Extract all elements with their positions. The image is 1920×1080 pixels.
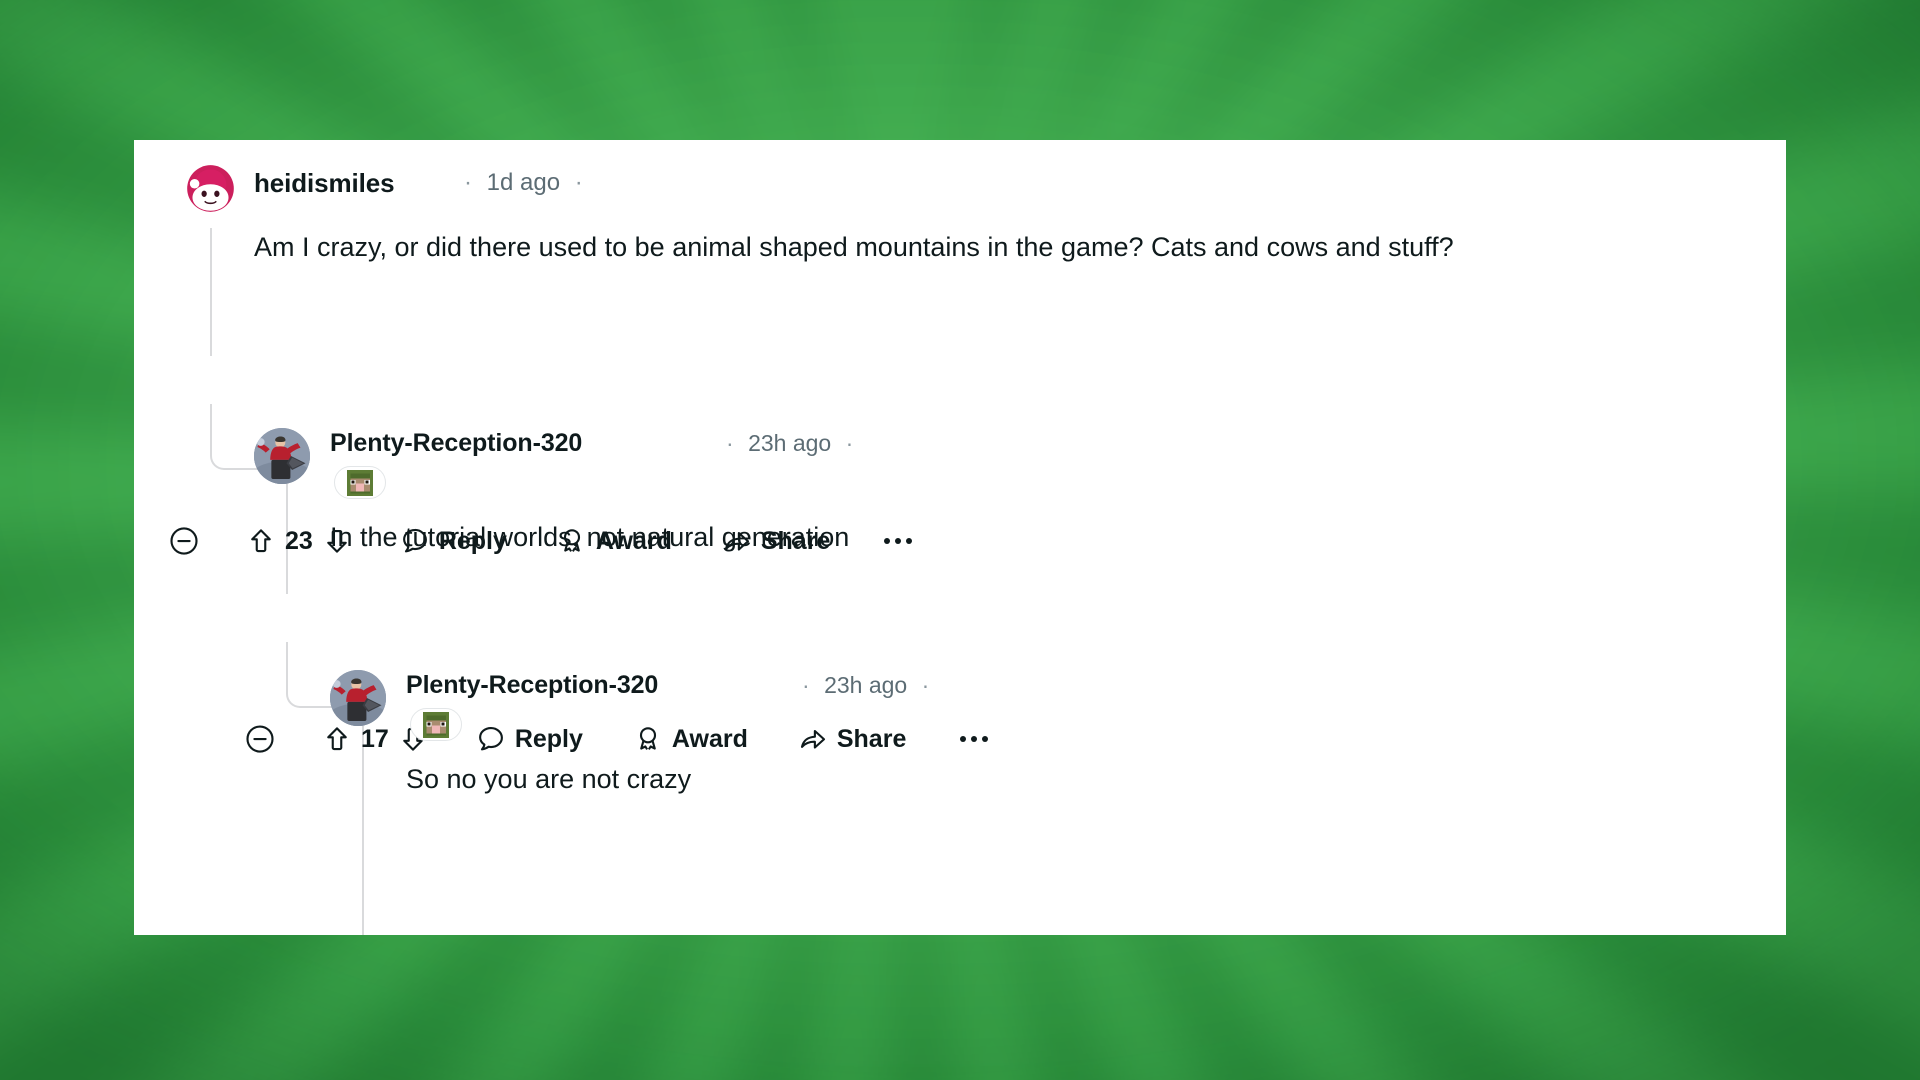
comment-thread-card: heidismiles · 1d ago · Am I crazy, or di… [134, 140, 1786, 935]
thread-line-depth-0 [210, 228, 212, 356]
collapse-comment-button[interactable] [158, 515, 210, 567]
vote-count: 23 [285, 526, 313, 555]
comment-body: Am I crazy, or did there used to be anim… [254, 232, 1454, 262]
upvote-button[interactable] [322, 724, 352, 754]
upvote-arrow-icon [251, 529, 271, 553]
user-flair-badge[interactable] [334, 466, 386, 499]
more-options-icon [960, 736, 967, 742]
avatar[interactable] [330, 670, 386, 726]
avatar[interactable] [184, 162, 237, 215]
comment-meta: · 1d ago · [464, 169, 583, 197]
meta-separator-end: · [845, 430, 854, 456]
minus-circle-icon [246, 725, 274, 753]
user-flair-badge[interactable] [410, 708, 462, 741]
reply-label: Reply [514, 724, 583, 753]
upvote-arrow-icon [327, 727, 347, 751]
award-label: Award [671, 724, 748, 753]
comment-timestamp[interactable]: 23h ago [748, 430, 831, 456]
reply-button[interactable]: Reply [476, 724, 583, 754]
comment-author[interactable]: heidismiles [254, 168, 395, 199]
collapse-comment-button[interactable] [234, 713, 286, 765]
minecraft-villager-face-flair-icon [347, 469, 373, 496]
meta-separator: · [726, 430, 734, 456]
comment-body: In the tutorial worlds, not natural gene… [330, 522, 850, 552]
award-button[interactable]: Award [633, 724, 748, 754]
vote-count: 17 [361, 724, 389, 753]
share-label: Share [836, 724, 907, 753]
award-ribbon-icon [639, 727, 656, 750]
comment-meta: · 23h ago · [802, 672, 929, 699]
share-arrow-icon [800, 729, 825, 749]
avatar[interactable] [254, 428, 310, 484]
comment-meta: · 23h ago · [726, 430, 853, 457]
comment-author[interactable]: Plenty-Reception-320 [330, 429, 582, 458]
more-options-icon [971, 736, 978, 742]
share-button[interactable]: Share [798, 724, 906, 754]
meta-separator-end: · [574, 169, 583, 196]
minus-circle-icon [170, 527, 198, 555]
comment-author[interactable]: Plenty-Reception-320 [406, 671, 658, 700]
more-options-button[interactable] [960, 736, 989, 742]
minecraft-villager-face-flair-icon [423, 711, 449, 738]
comment-body: So no you are not crazy [406, 764, 692, 794]
meta-separator-end: · [921, 672, 930, 698]
meta-separator: · [802, 672, 810, 698]
meta-separator: · [464, 169, 472, 196]
comment-timestamp[interactable]: 1d ago [487, 169, 560, 196]
comment-bubble-icon [478, 726, 503, 751]
more-options-icon [982, 736, 989, 742]
comment-timestamp[interactable]: 23h ago [824, 672, 907, 698]
upvote-button[interactable] [246, 526, 276, 556]
